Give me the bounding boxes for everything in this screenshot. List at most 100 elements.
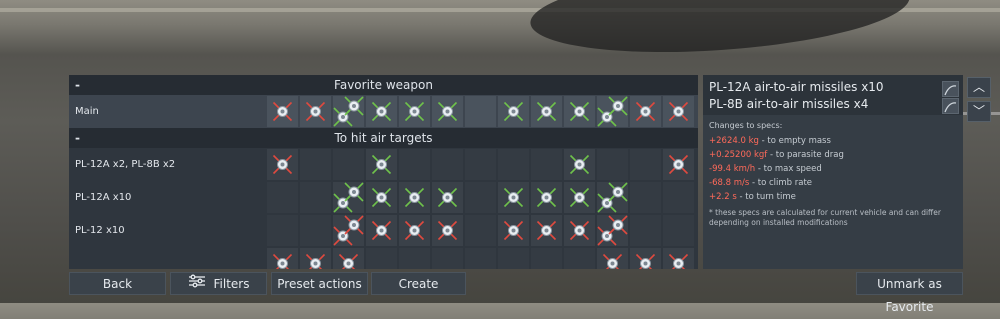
specs-footnote: * these specs are calculated for current… [709,208,941,227]
pylon-slot[interactable] [531,182,562,213]
pylon-slot[interactable] [399,215,430,246]
back-button[interactable]: Back [69,272,166,295]
unmark-favorite-button[interactable]: Unmark as Favorite [856,272,963,314]
air-section-header[interactable]: - To hit air targets [69,128,698,148]
pylon-slot[interactable] [432,182,463,213]
pylon-slot[interactable] [399,96,430,127]
pylon-slot[interactable] [564,96,595,127]
empty-pylon-slot[interactable] [564,248,595,269]
empty-pylon-slot[interactable] [465,248,496,269]
scroll-up-button[interactable]: ︿ [967,77,991,98]
pylon-slot[interactable] [498,96,529,127]
pylon-slot[interactable] [663,149,694,180]
back-label: Back [102,277,133,291]
missile-icon [942,98,959,114]
loadout-row[interactable]: PL-12A x10 [69,181,698,214]
pylon-slot[interactable] [432,215,463,246]
empty-pylon-slot[interactable] [432,248,463,269]
pylon-slot[interactable] [333,215,364,246]
pylon-slot[interactable] [564,182,595,213]
spec-line: +0.25200 kgf - to parasite drag [709,150,844,160]
empty-pylon-slot[interactable] [498,149,529,180]
pylon-slot[interactable] [366,215,397,246]
spec-line: +2.2 s - to turn time [709,192,796,202]
pylon-slot[interactable] [531,215,562,246]
spec-value: -99.4 km/h [709,164,756,174]
filters-label: Filters [213,277,250,291]
spec-text: - to max speed [755,164,822,174]
spec-line: +2624.0 kg - to empty mass [709,136,831,146]
pylon-slot[interactable] [366,96,397,127]
specs-header: Changes to specs: [709,121,783,130]
pylon-slot[interactable] [630,248,661,269]
empty-pylon-slot[interactable] [498,248,529,269]
pylon-slot[interactable] [564,215,595,246]
pylon-slot[interactable] [267,149,298,180]
pylon-slot[interactable] [597,182,628,213]
scroll-down-button[interactable]: ﹀ [967,101,991,122]
pylon-slot[interactable] [267,248,298,269]
pylon-slot[interactable] [597,248,628,269]
empty-pylon-slot[interactable] [531,248,562,269]
pylon-slot[interactable] [663,96,694,127]
empty-pylon-slot[interactable] [663,182,694,213]
empty-pylon-slot[interactable] [630,149,661,180]
pylon-slot[interactable] [498,215,529,246]
missile-icon [942,81,959,97]
preset-actions-label: Preset actions [277,277,362,291]
favorite-section-header[interactable]: - Favorite weapon [69,75,698,95]
spec-text: - to turn time [736,192,796,202]
loadout-row[interactable]: Main [69,95,698,128]
unmark-favorite-label: Unmark as Favorite [877,277,942,314]
loadout-name: PL-12 x10 [75,225,125,236]
empty-pylon-slot[interactable] [531,149,562,180]
empty-pylon-slot[interactable] [630,215,661,246]
empty-pylon-slot[interactable] [465,149,496,180]
empty-pylon-slot[interactable] [432,149,463,180]
pylon-slot[interactable] [597,215,628,246]
pylon-slot[interactable] [498,182,529,213]
empty-pylon-slot[interactable] [300,182,331,213]
section-title: To hit air targets [334,131,433,145]
loadout-row[interactable]: PL-12A x2, PL-8B x2 [69,148,698,181]
loadout-row[interactable] [69,247,698,269]
pylon-slot[interactable] [663,248,694,269]
empty-pylon-slot[interactable] [597,149,628,180]
loadout-details-panel: PL-12A air-to-air missiles x10 PL-8B air… [703,75,963,269]
empty-pylon-slot[interactable] [465,96,496,127]
empty-pylon-slot[interactable] [399,149,430,180]
pylon-slot[interactable] [267,96,298,127]
pylon-slot[interactable] [630,96,661,127]
pylon-slot[interactable] [333,182,364,213]
empty-pylon-slot[interactable] [366,248,397,269]
pylon-slot[interactable] [597,96,628,127]
pylon-slot[interactable] [300,248,331,269]
section-title: Favorite weapon [334,78,433,92]
preset-actions-button[interactable]: Preset actions [271,272,368,295]
pylon-slot[interactable] [333,248,364,269]
empty-pylon-slot[interactable] [267,182,298,213]
empty-pylon-slot[interactable] [333,149,364,180]
empty-pylon-slot[interactable] [300,215,331,246]
spec-text: - to climb rate [749,178,813,188]
empty-pylon-slot[interactable] [300,149,331,180]
spec-value: +2624.0 kg [709,136,759,146]
empty-pylon-slot[interactable] [465,215,496,246]
empty-pylon-slot[interactable] [267,215,298,246]
filters-button[interactable]: Filters [170,272,267,295]
create-button[interactable]: Create [371,272,466,295]
pylon-slot[interactable] [399,182,430,213]
pylon-slot[interactable] [564,149,595,180]
empty-pylon-slot[interactable] [399,248,430,269]
empty-pylon-slot[interactable] [630,182,661,213]
pylon-slot[interactable] [531,96,562,127]
pylon-slot[interactable] [432,96,463,127]
pylon-slot[interactable] [333,96,364,127]
loadout-row[interactable]: PL-12 x10 [69,214,698,247]
empty-pylon-slot[interactable] [465,182,496,213]
pylon-slot[interactable] [366,149,397,180]
empty-pylon-slot[interactable] [663,215,694,246]
pylon-slot[interactable] [300,96,331,127]
spec-text: - to empty mass [758,136,831,146]
pylon-slot[interactable] [366,182,397,213]
